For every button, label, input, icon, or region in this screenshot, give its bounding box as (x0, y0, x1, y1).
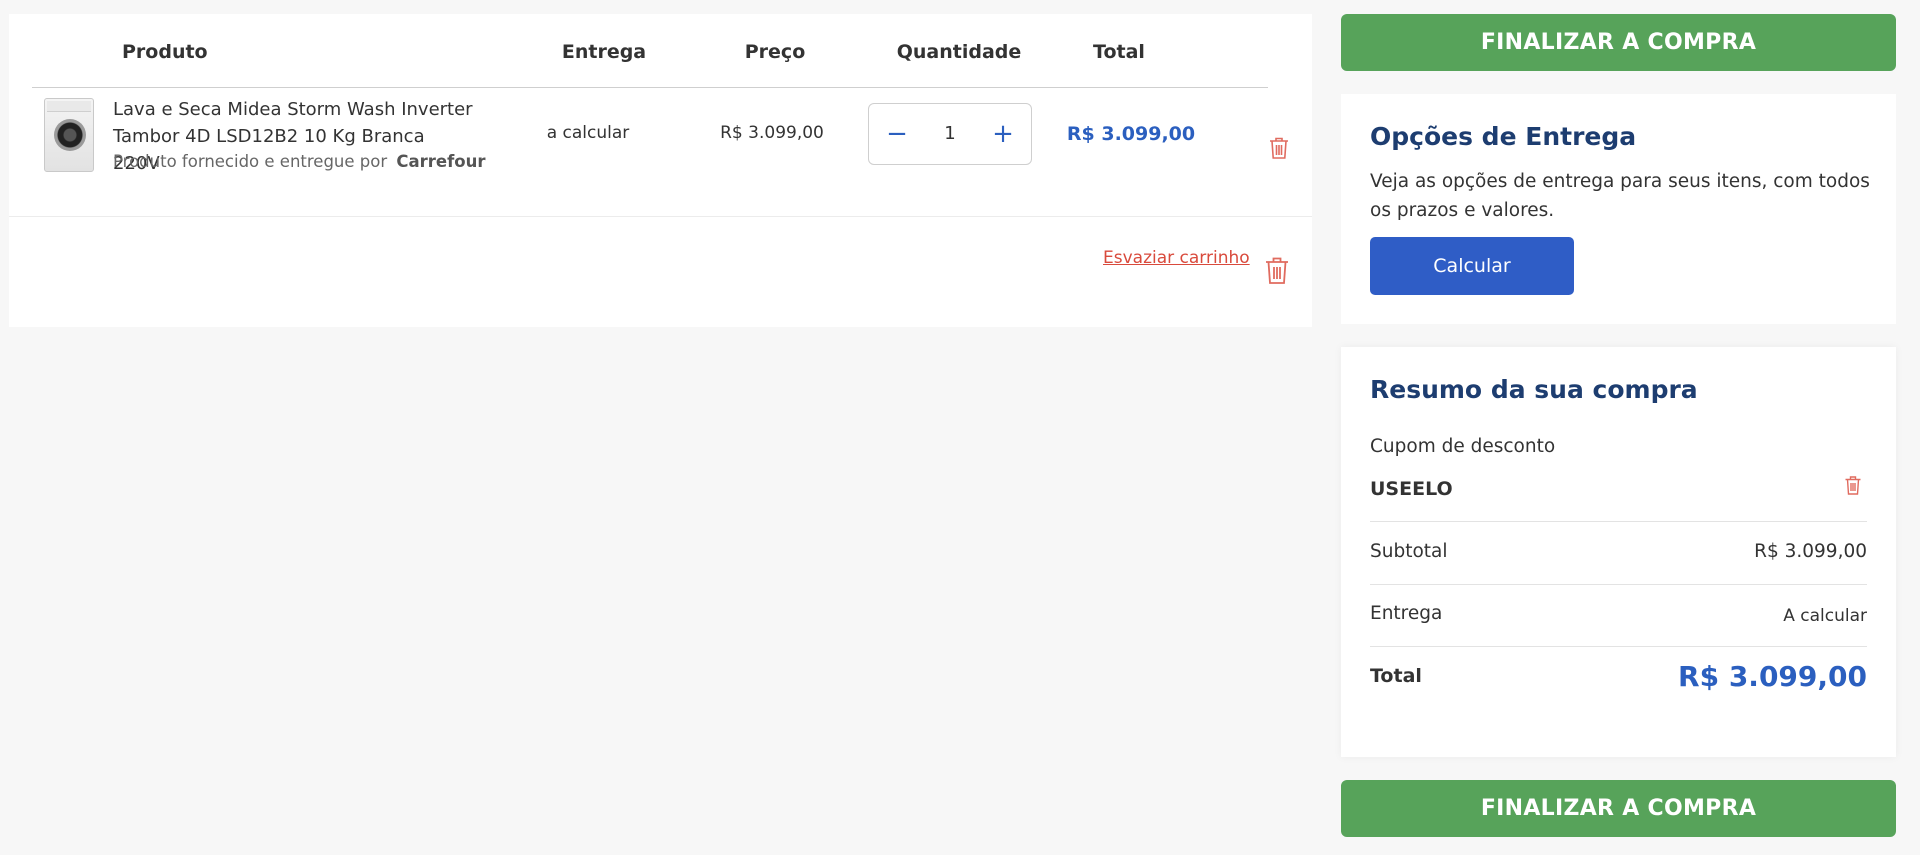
item-total: R$ 3.099,00 (1066, 123, 1196, 145)
item-delivery: a calcular (546, 123, 630, 143)
header-delivery: Entrega (561, 41, 647, 63)
delivery-options-card: Opções de Entrega Veja as opções de entr… (1341, 94, 1896, 324)
quantity-stepper: − 1 + (868, 103, 1032, 165)
delivery-options-title: Opções de Entrega (1370, 122, 1637, 151)
trash-icon[interactable] (1268, 136, 1290, 160)
quantity-value[interactable]: 1 (944, 123, 955, 144)
summary-delivery-label: Entrega (1370, 603, 1443, 624)
header-price: Preço (744, 41, 806, 63)
coupon-label: Cupom de desconto (1370, 436, 1556, 457)
product-seller: Produto fornecido e entregue por Carrefo… (113, 152, 485, 171)
summary-divider (1370, 521, 1867, 522)
washing-machine-thumbnail (44, 98, 94, 172)
increase-quantity-button[interactable]: + (987, 118, 1019, 150)
item-price: R$ 3.099,00 (720, 123, 824, 143)
checkout-button-top[interactable]: FINALIZAR A COMPRA (1341, 14, 1896, 71)
calculate-delivery-button[interactable]: Calcular (1370, 237, 1574, 295)
header-product: Produto (122, 41, 208, 63)
empty-cart-link[interactable]: Esvaziar carrinho (1103, 248, 1250, 268)
subtotal-label: Subtotal (1370, 541, 1448, 562)
summary-delivery-value: A calcular (1783, 606, 1867, 626)
seller-name: Carrefour (396, 152, 486, 171)
product-image[interactable] (44, 98, 94, 172)
seller-prefix: Produto fornecido e entregue por (113, 152, 388, 171)
order-summary-card: Resumo da sua compra Cupom de desconto U… (1341, 347, 1896, 757)
remove-coupon-trash-icon[interactable] (1844, 475, 1862, 496)
header-quantity: Quantidade (896, 41, 1022, 63)
decrease-quantity-button[interactable]: − (881, 118, 913, 150)
coupon-code: USEELO (1370, 478, 1453, 500)
header-total: Total (1093, 41, 1145, 63)
checkout-button-bottom[interactable]: FINALIZAR A COMPRA (1341, 780, 1896, 837)
summary-total-label: Total (1370, 665, 1422, 687)
summary-title: Resumo da sua compra (1370, 375, 1698, 404)
summary-total-value: R$ 3.099,00 (1678, 660, 1867, 693)
subtotal-value: R$ 3.099,00 (1754, 541, 1867, 562)
empty-cart-trash-icon[interactable] (1264, 256, 1290, 285)
summary-divider (1370, 584, 1867, 585)
cart-footer (9, 217, 1312, 327)
delivery-options-description: Veja as opções de entrega para seus iten… (1370, 171, 1870, 221)
cart-table-header: Produto Entrega Preço Quantidade Total (9, 14, 1312, 88)
machine-control-panel (47, 101, 91, 112)
machine-door (54, 119, 86, 151)
summary-divider (1370, 646, 1867, 647)
